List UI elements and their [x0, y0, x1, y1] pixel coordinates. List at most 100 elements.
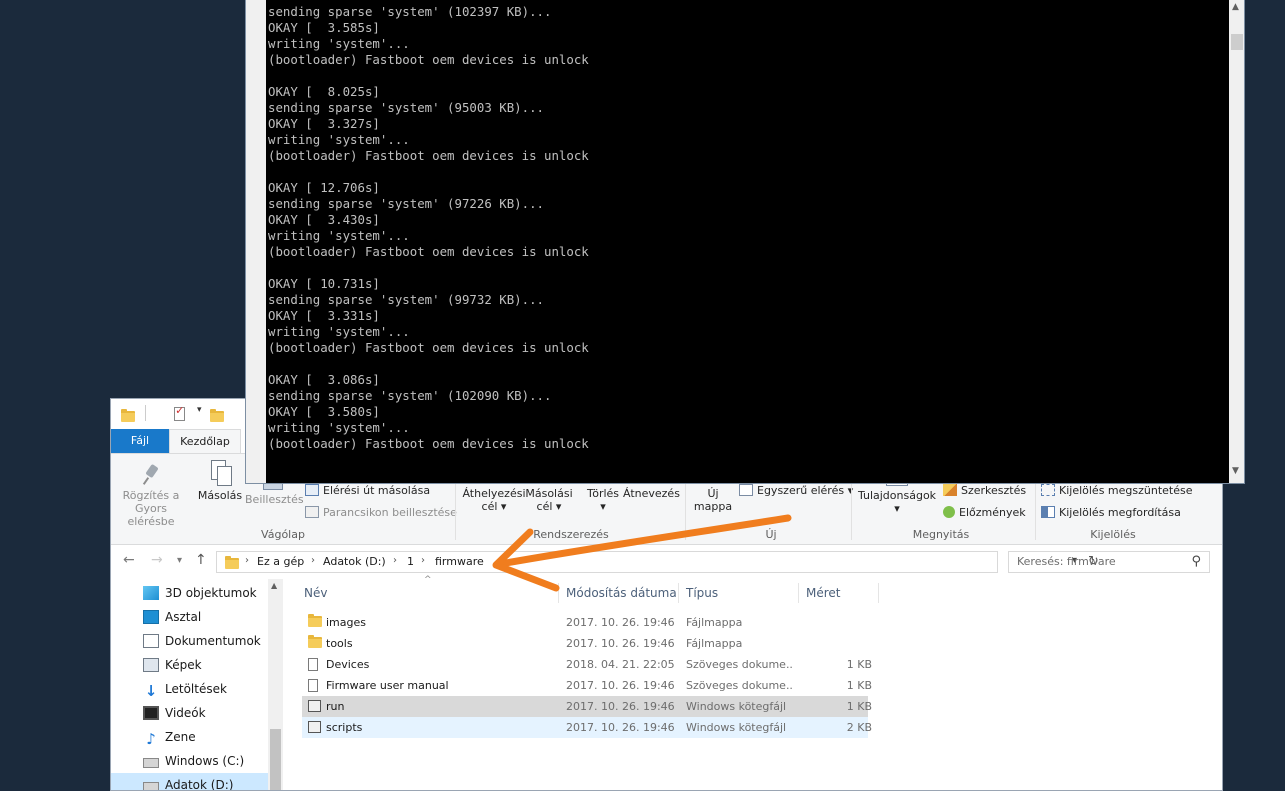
address-bar[interactable]: › Ez a gép › Adatok (D:) › 1 › firmware …	[216, 551, 1099, 573]
breadcrumb-firmware[interactable]: firmware	[435, 555, 484, 568]
copy-icon	[209, 460, 232, 486]
nav-item-documents[interactable]: Dokumentumok	[143, 629, 261, 653]
paste-shortcut-button[interactable]: Parancsikon beillesztése	[305, 506, 457, 519]
easy-access-icon	[739, 484, 753, 496]
copy-path-button[interactable]: Elérési út másolása	[305, 484, 430, 497]
edit-button[interactable]: Szerkesztés	[943, 484, 1026, 497]
customize-toolbar-chevron-icon[interactable]: ▾	[197, 405, 202, 415]
nav-label: Letöltések	[165, 682, 227, 696]
file-type: Windows kötegfájl	[686, 700, 787, 713]
file-type: Szöveges dokume...	[686, 679, 794, 692]
invert-selection-button[interactable]: Kijelölés megfordítása	[1041, 506, 1181, 519]
pin-label-line2: Gyors elérésbe	[127, 502, 175, 528]
select-none-button[interactable]: Kijelölés megszüntetése	[1041, 484, 1193, 497]
folder-icon[interactable]	[121, 409, 135, 422]
edit-icon	[943, 484, 957, 496]
rename-label: Átnevezés	[623, 487, 680, 500]
nav-item-music[interactable]: ♪ Zene	[143, 725, 195, 749]
recent-locations-chevron-icon[interactable]: ▾	[177, 555, 182, 566]
nav-item-drive-c[interactable]: Windows (C:)	[143, 749, 244, 773]
desktop-icon	[143, 610, 159, 624]
nav-label: Windows (C:)	[165, 754, 245, 768]
paste-shortcut-icon	[305, 506, 319, 518]
group-label-select: Kijelölés	[1090, 528, 1136, 541]
chevron-right-icon[interactable]: ›	[311, 555, 315, 566]
nav-item-desktop[interactable]: Asztal	[143, 605, 201, 629]
search-icon[interactable]: ⚲	[1191, 554, 1201, 569]
file-type: Fájlmappa	[686, 616, 743, 629]
copy-button[interactable]: Másolás	[197, 460, 243, 502]
file-name: run	[326, 700, 345, 713]
nav-item-drive-d[interactable]: Adatok (D:)	[111, 773, 268, 791]
scroll-down-icon[interactable]: ▼	[1232, 466, 1239, 476]
file-list: ^ Név Módosítás dátuma Típus Méret image…	[294, 575, 1222, 790]
tab-file[interactable]: Fájl	[111, 429, 169, 453]
column-divider[interactable]	[798, 583, 799, 603]
chevron-right-icon[interactable]: ›	[393, 555, 397, 566]
up-arrow-icon[interactable]: ↑	[195, 552, 207, 568]
pin-to-quick-access-button[interactable]: Rögzítés a Gyors elérésbe	[117, 464, 185, 528]
file-size: 2 KB	[846, 721, 872, 734]
navigation-bar: ← → ▾ ↑ › Ez a gép › Adatok (D:) › 1 › f…	[111, 545, 1222, 579]
breadcrumb-this-pc[interactable]: Ez a gép	[257, 555, 304, 568]
group-label-new: Új	[765, 528, 777, 541]
toolbar-divider	[145, 405, 146, 421]
folder-icon	[308, 614, 322, 627]
file-type: Szöveges dokume...	[686, 658, 794, 671]
search-input[interactable]: Keresés: firmware ⚲	[1008, 551, 1210, 573]
breadcrumb-folder-1[interactable]: 1	[407, 555, 414, 568]
file-date: 2018. 04. 21. 22:05	[566, 658, 675, 671]
chevron-right-icon[interactable]: ›	[421, 555, 425, 566]
tab-home[interactable]: Kezdőlap	[169, 429, 241, 453]
scroll-up-icon[interactable]: ▲	[271, 581, 277, 590]
file-row-firmware-user-manual[interactable]: Firmware user manual 2017. 10. 26. 19:46…	[302, 675, 872, 696]
delete-label: Törlés	[586, 487, 620, 500]
file-row-devices[interactable]: Devices 2018. 04. 21. 22:05 Szöveges dok…	[302, 654, 872, 675]
column-header-type[interactable]: Típus	[686, 586, 718, 600]
console-scrollbar[interactable]: ▲ ▼	[1229, 0, 1244, 483]
back-arrow-icon[interactable]: ←	[123, 552, 135, 568]
forward-arrow-icon[interactable]: →	[151, 552, 163, 568]
easy-access-button[interactable]: Egyszerű elérés ▾	[739, 484, 853, 497]
copy-to-label-line1: Másolási	[525, 487, 573, 500]
sort-ascending-icon: ^	[424, 575, 432, 585]
column-divider[interactable]	[678, 583, 679, 603]
file-row-scripts[interactable]: scripts 2017. 10. 26. 19:46 Windows köte…	[302, 717, 872, 738]
nav-item-pictures[interactable]: Képek	[143, 653, 202, 677]
select-none-icon	[1041, 484, 1055, 496]
file-name: tools	[326, 637, 353, 650]
column-header-name[interactable]: Név	[304, 586, 327, 600]
properties-icon[interactable]	[174, 404, 186, 421]
file-name: images	[326, 616, 366, 629]
new-folder-icon[interactable]	[210, 409, 225, 422]
nav-scrollbar[interactable]: ▲	[268, 579, 283, 790]
batch-file-icon	[308, 721, 321, 733]
nav-label: Dokumentumok	[165, 634, 261, 648]
column-header-modified[interactable]: Módosítás dátuma	[566, 586, 677, 600]
file-row-tools[interactable]: tools 2017. 10. 26. 19:46 Fájlmappa	[302, 633, 868, 654]
nav-item-3d-objects[interactable]: 3D objektumok	[143, 581, 257, 605]
music-icon: ♪	[146, 730, 156, 748]
nav-item-videos[interactable]: Videók	[143, 701, 206, 725]
group-label-open: Megnyitás	[912, 528, 970, 541]
file-row-run[interactable]: run 2017. 10. 26. 19:46 Windows kötegfáj…	[302, 696, 872, 717]
column-divider[interactable]	[558, 583, 559, 603]
nav-item-downloads[interactable]: ↓ Letöltések	[143, 677, 227, 701]
file-list-scrollbar[interactable]	[1209, 579, 1222, 790]
file-row-images[interactable]: images 2017. 10. 26. 19:46 Fájlmappa	[302, 612, 868, 633]
nav-label: Adatok (D:)	[165, 778, 234, 791]
column-divider[interactable]	[878, 583, 879, 603]
history-button[interactable]: Előzmények	[943, 506, 1026, 519]
text-file-icon	[308, 679, 318, 692]
chevron-right-icon[interactable]: ›	[245, 555, 249, 566]
column-header-size[interactable]: Méret	[806, 586, 841, 600]
properties-label: Tulajdonságok	[857, 489, 937, 502]
breadcrumb-drive-d[interactable]: Adatok (D:)	[323, 555, 386, 568]
console-output[interactable]: sending sparse 'system' (102397 KB)... O…	[266, 0, 1229, 483]
file-date: 2017. 10. 26. 19:46	[566, 616, 675, 629]
scroll-up-icon[interactable]: ▲	[1232, 2, 1239, 12]
nav-scrollbar-thumb[interactable]	[270, 729, 281, 790]
invert-selection-icon	[1041, 506, 1055, 518]
console-scrollbar-thumb[interactable]	[1231, 34, 1243, 50]
file-size: 1 KB	[846, 658, 872, 671]
